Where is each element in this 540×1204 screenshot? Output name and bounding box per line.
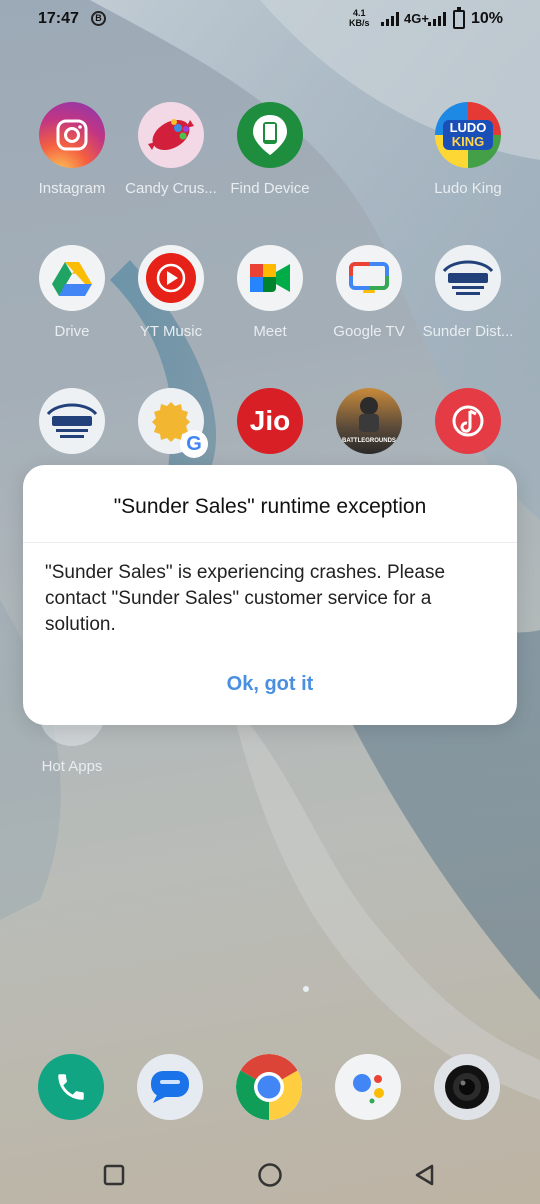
bgmi-icon: BATTLEGROUNDS <box>336 388 402 454</box>
ok-got-it-button[interactable]: Ok, got it <box>170 673 370 707</box>
app-drive[interactable]: Drive <box>22 245 122 340</box>
app-label: Drive <box>54 323 90 340</box>
app-meet[interactable]: Meet <box>220 245 320 340</box>
sunder-distributor-icon <box>435 245 501 311</box>
recents-button[interactable] <box>89 1150 139 1200</box>
notification-b-icon: B <box>91 11 106 26</box>
app-label: YT Music <box>139 323 203 340</box>
app-google-g[interactable]: G <box>121 388 221 458</box>
jiosaavn-icon <box>435 388 501 454</box>
battery-icon <box>453 7 465 29</box>
app-label: Find Device <box>230 180 310 197</box>
ludo-king-icon: LUDO KING <box>435 102 501 168</box>
page-indicator <box>303 986 309 992</box>
app-label: Meet <box>253 323 287 340</box>
app-candy-crush[interactable]: Candy Crus... <box>121 102 221 197</box>
drive-icon <box>39 245 105 311</box>
status-time: 17:47 <box>38 10 79 27</box>
app-label: Ludo King <box>434 180 502 197</box>
back-button[interactable] <box>400 1150 450 1200</box>
google-g-letter: G <box>180 430 208 458</box>
back-icon <box>415 1164 434 1186</box>
camera-icon[interactable] <box>434 1054 500 1120</box>
app-label: Sunder Dist... <box>422 323 514 340</box>
messages-icon[interactable] <box>137 1054 203 1120</box>
sudhamit-icon <box>39 388 105 454</box>
signal-icon <box>381 12 399 26</box>
app-jio[interactable]: Jio <box>220 388 320 454</box>
app-label: Google TV <box>333 323 405 340</box>
app-label: Candy Crus... <box>125 180 217 197</box>
jio-icon: Jio <box>237 388 303 454</box>
network-type: 4G+ <box>404 11 429 26</box>
find-device-icon <box>237 102 303 168</box>
bgmi-text: BATTLEGROUNDS <box>342 438 396 444</box>
yt-music-icon <box>138 245 204 311</box>
king-text: KING <box>451 134 485 149</box>
network-speed-unit: KB/s <box>349 18 370 28</box>
chrome-icon[interactable] <box>236 1054 302 1120</box>
home-icon <box>258 1163 282 1187</box>
google-tv-icon <box>336 245 402 311</box>
dialog-title: "Sunder Sales" runtime exception <box>113 495 427 518</box>
app-find-device[interactable]: Find Device <box>220 102 320 197</box>
home-button[interactable] <box>245 1150 295 1200</box>
google-g-icon: G <box>138 388 208 458</box>
dialog-message: "Sunder Sales" is experiencing crashes. … <box>45 562 446 635</box>
app-sunder-dist[interactable]: Sunder Dist... <box>418 245 518 340</box>
network-speed: 4.1 KB/s <box>349 8 370 28</box>
app-yt-music[interactable]: YT Music <box>121 245 221 340</box>
app-ludo-king[interactable]: LUDO KING Ludo King <box>418 102 518 197</box>
assistant-icon[interactable] <box>335 1054 401 1120</box>
app-instagram[interactable]: Instagram <box>22 102 122 197</box>
phone-icon[interactable] <box>38 1054 104 1120</box>
network-speed-value: 4.1 <box>353 8 366 18</box>
ludo-text: LUDO <box>449 120 487 135</box>
jio-text: Jio <box>249 405 291 436</box>
app-label: Instagram <box>38 180 106 197</box>
app-google-tv[interactable]: Google TV <box>319 245 419 340</box>
recents-icon <box>103 1164 125 1186</box>
candy-crush-icon <box>138 102 204 168</box>
app-bgmi[interactable]: BATTLEGROUNDS <box>319 388 419 454</box>
status-bar: 17:47 B 4.1 KB/s 4G+ 10% <box>0 0 540 40</box>
dialog-divider <box>23 542 517 543</box>
app-jiosaavn[interactable] <box>418 388 518 454</box>
crash-dialog: "Sunder Sales" runtime exception "Sunder… <box>23 465 517 725</box>
meet-icon <box>237 245 303 311</box>
app-sudhamit[interactable] <box>22 388 122 454</box>
instagram-icon <box>39 102 105 168</box>
app-label: Hot Apps <box>41 758 103 775</box>
signal-2-icon <box>428 12 446 26</box>
battery-percent: 10% <box>471 10 504 27</box>
